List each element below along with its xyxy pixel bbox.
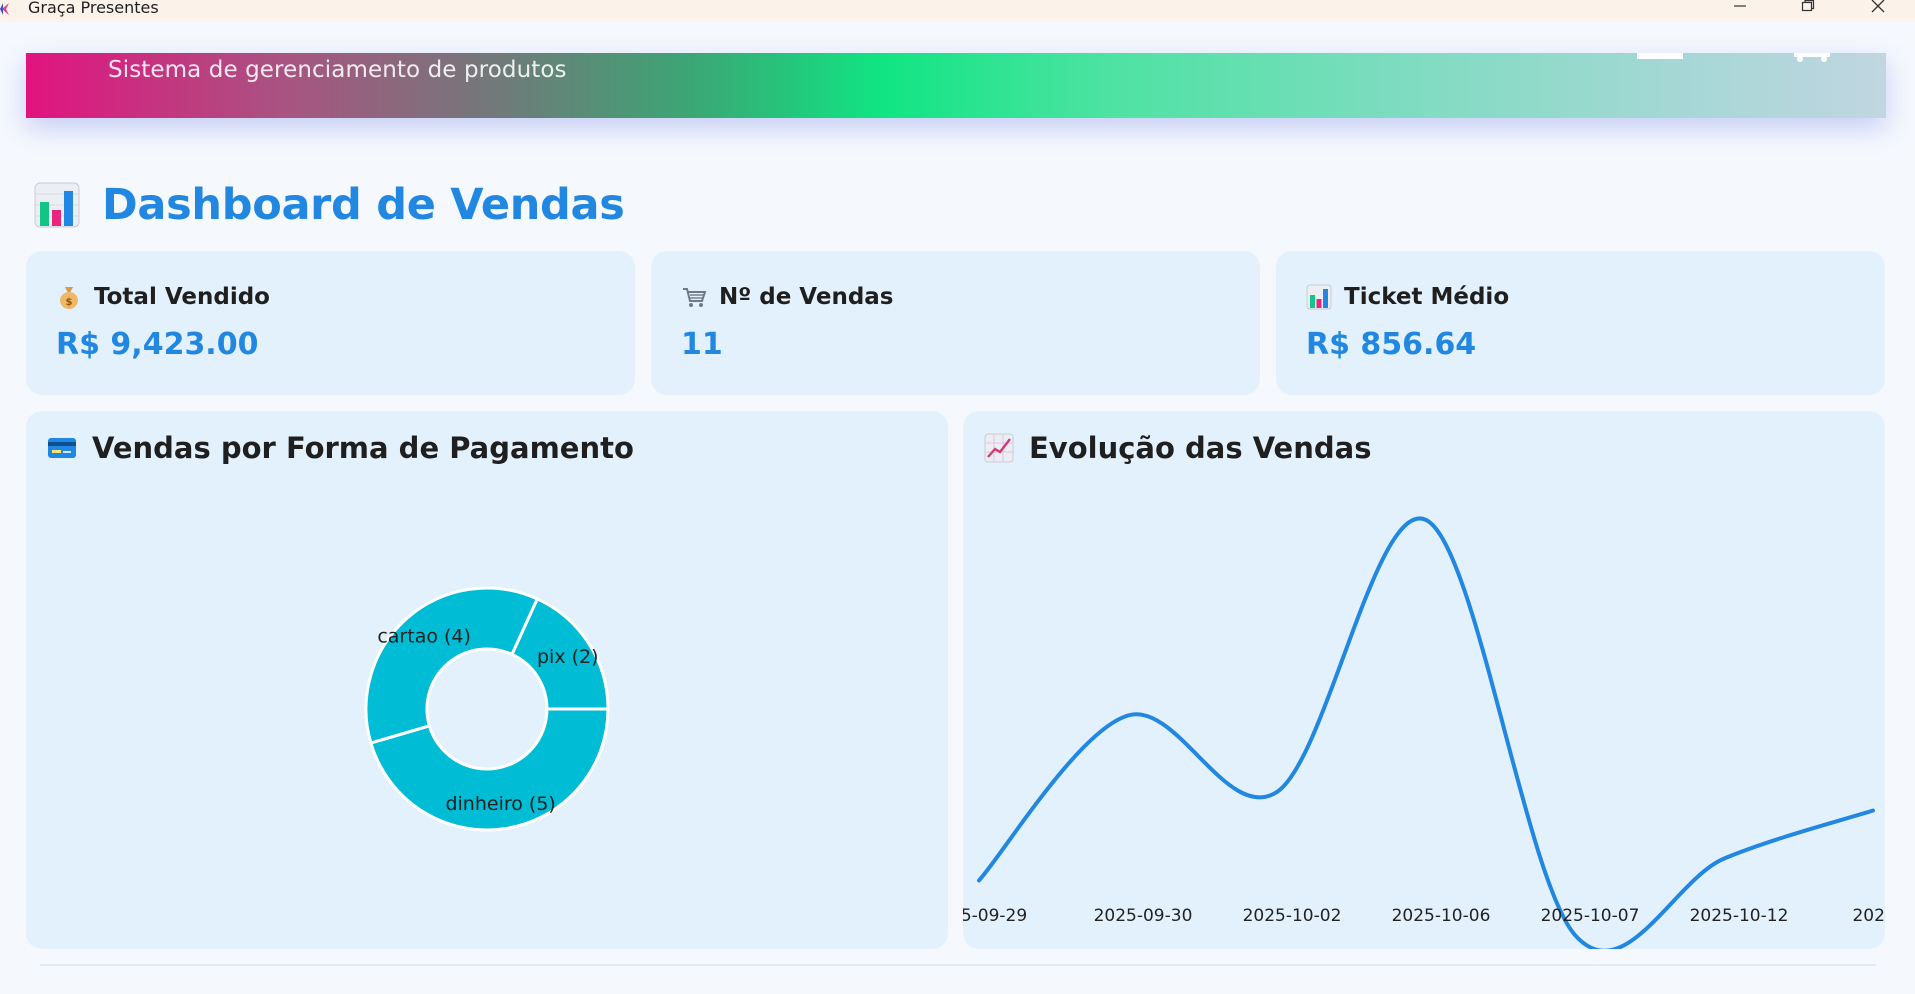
stat-label-text: Total Vendido	[94, 284, 270, 310]
donut-slice-cartao[interactable]	[364, 586, 540, 745]
header-banner: Sistema de gerenciamento de produtos	[26, 53, 1886, 118]
header-subtitle: Sistema de gerenciamento de produtos	[108, 57, 567, 83]
page-title: Dashboard de Vendas	[34, 180, 625, 230]
window-title: Graça Presentes	[28, 0, 159, 17]
stat-card-sales-count: Nº de Vendas 11	[651, 251, 1260, 395]
x-tick-label: 5-09-29	[963, 906, 1027, 926]
payment-method-donut-chart: pix (2) cartao (4) dinheiro (5)	[364, 586, 610, 832]
stat-label-text: Ticket Médio	[1344, 284, 1510, 310]
header-menu-icon[interactable]	[1637, 53, 1683, 59]
stat-label-row: $ Total Vendido	[56, 284, 270, 310]
bar-chart-icon	[34, 182, 80, 228]
line-chart-area: 5-09-29 2025-09-30 2025-10-02 2025-10-06 202…	[963, 411, 1885, 949]
svg-text:$: $	[66, 297, 73, 308]
x-tick-label: 2025-10-07	[1541, 906, 1640, 926]
x-tick-label: 2025-10-02	[1243, 906, 1342, 926]
minimize-icon	[1734, 5, 1746, 7]
restore-icon	[1801, 0, 1815, 12]
x-tick-label: 2025-10	[1852, 906, 1885, 926]
page-title-text: Dashboard de Vendas	[102, 180, 625, 230]
stat-card-total-sold: $ Total Vendido R$ 9,423.00	[26, 251, 635, 395]
donut-label-pix: pix (2)	[537, 646, 599, 668]
close-button[interactable]	[1855, 0, 1901, 22]
section-divider	[40, 964, 1876, 966]
stat-card-average-ticket: Ticket Médio R$ 856.64	[1276, 251, 1885, 395]
shopping-cart-icon	[683, 288, 707, 307]
stat-value: 11	[681, 327, 723, 362]
stat-label-row: Ticket Médio	[1306, 284, 1509, 310]
header-cart-icon[interactable]	[1794, 53, 1830, 62]
donut-label-dinheiro: dinheiro (5)	[445, 793, 555, 815]
sales-line-series	[977, 516, 1875, 949]
sales-evolution-chart-card: Evolução das Vendas 5-09-29 2025-09-30 202…	[963, 411, 1885, 949]
donut-label-cartao: cartao (4)	[377, 625, 471, 647]
gift-app-icon	[0, 3, 9, 15]
payment-method-chart-card: Vendas por Forma de Pagamento pix (2) car…	[26, 411, 948, 949]
money-bag-icon: $	[60, 287, 78, 309]
sales-evolution-line-chart: 5-09-29 2025-09-30 2025-10-02 2025-10-06 202…	[963, 516, 1885, 949]
stat-value: R$ 9,423.00	[56, 327, 259, 362]
bar-chart-icon	[1306, 284, 1332, 310]
x-tick-label: 2025-10-12	[1690, 906, 1789, 926]
minimize-button[interactable]	[1717, 0, 1763, 22]
stat-label-text: Nº de Vendas	[719, 284, 894, 310]
window-titlebar: Graça Presentes	[0, 0, 1915, 22]
x-tick-label: 2025-09-30	[1094, 906, 1193, 926]
close-icon	[1871, 0, 1885, 13]
restore-button[interactable]	[1785, 0, 1831, 22]
stat-value: R$ 856.64	[1306, 327, 1477, 362]
stat-label-row: Nº de Vendas	[681, 284, 894, 310]
x-tick-label: 2025-10-06	[1392, 906, 1491, 926]
